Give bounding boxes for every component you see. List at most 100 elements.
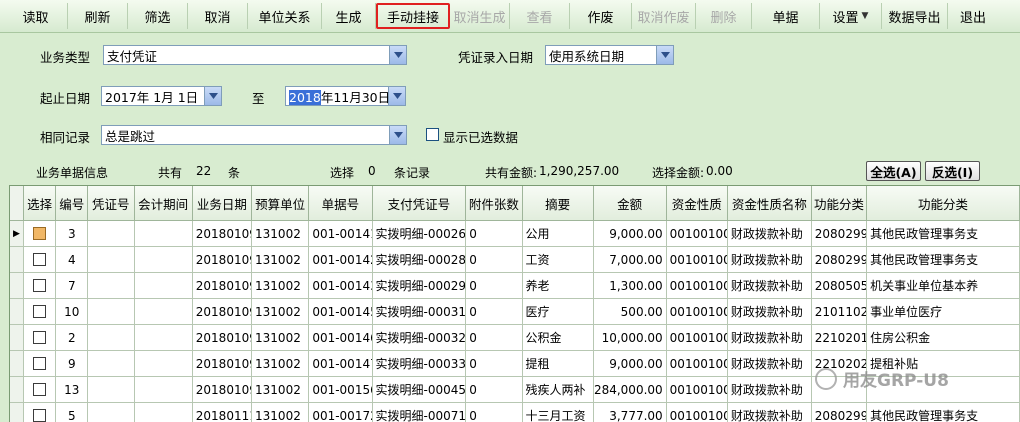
cell-att: 0: [466, 247, 523, 273]
cell-voucher: [88, 403, 135, 422]
cancel-void-button[interactable]: 取消作废: [632, 3, 696, 29]
cell-fund: 001001001: [666, 325, 728, 351]
cell-summary: 养老: [522, 273, 594, 299]
show-selected-checkbox[interactable]: [426, 128, 439, 141]
chevron-down-icon[interactable]: [204, 87, 221, 105]
col-amount[interactable]: 金额: [593, 186, 667, 221]
cancel-generate-button[interactable]: 取消生成: [450, 3, 510, 29]
cell-date: 20180111: [193, 403, 253, 422]
table-row[interactable]: 7 20180109 131002 001-00143 实拨明细-00029 0 养老 1,3…: [10, 273, 1020, 299]
cell-func-name: 住房公积金: [867, 325, 1020, 351]
col-unit[interactable]: 预算单位: [252, 186, 310, 221]
cell-unit: 131002: [252, 403, 310, 422]
end-date-selected-part: 2018: [289, 89, 321, 105]
cell-date: 20180109: [192, 377, 253, 403]
cell-summary: 残疾人两补: [522, 377, 594, 403]
row-select-checkbox[interactable]: [33, 253, 47, 266]
cell-id: 5: [56, 403, 89, 422]
chevron-down-icon[interactable]: [388, 87, 405, 105]
select-cell: [23, 325, 57, 351]
row-select-checkbox[interactable]: [33, 227, 47, 240]
entry-date-select[interactable]: 使用系统日期: [545, 45, 674, 65]
business-type-select[interactable]: 支付凭证: [103, 45, 407, 65]
selected-label: 选择: [330, 166, 355, 180]
duplicate-value: 总是跳过: [105, 128, 156, 144]
exit-button[interactable]: 退出: [948, 3, 998, 29]
col-func-code[interactable]: 功能分类: [811, 186, 868, 221]
cell-fund-name: 财政拨款补助: [727, 377, 812, 403]
col-func-name[interactable]: 功能分类: [867, 186, 1020, 221]
cell-func-name: 事业单位医疗: [867, 299, 1020, 325]
col-attachments[interactable]: 附件张数: [466, 186, 523, 221]
generate-button[interactable]: 生成: [322, 3, 376, 29]
col-date[interactable]: 业务日期: [192, 186, 253, 221]
delete-button[interactable]: 删除: [696, 3, 752, 29]
filter-button[interactable]: 筛选: [128, 3, 188, 29]
row-select-checkbox[interactable]: [33, 383, 47, 396]
col-select[interactable]: 选择: [23, 186, 57, 221]
cell-id: 4: [56, 247, 89, 273]
invert-select-button[interactable]: 反选(I): [925, 161, 980, 181]
documents-button[interactable]: 单据: [752, 3, 820, 29]
col-doc[interactable]: 单据号: [309, 186, 373, 221]
table-body: ▶ 3 20180109 131002 001-00141 实拨明细-00026 0 公用 9,…: [10, 221, 1020, 422]
toolbar: 读取 刷新 筛选 取消 单位关系 生成 手动挂接 取消生成 查看 作废 取消作废…: [0, 0, 1020, 33]
table-row[interactable]: 10 20180109 131002 001-00145 实拨明细-00031 0 医疗 50…: [10, 299, 1020, 325]
cell-att: 0: [466, 325, 523, 351]
row-select-checkbox[interactable]: [33, 305, 47, 318]
cell-voucher: [88, 273, 135, 299]
void-button[interactable]: 作废: [570, 3, 632, 29]
cell-fund-name: 财政拨款补助: [727, 299, 812, 325]
read-button[interactable]: 读取: [4, 3, 68, 29]
row-select-checkbox[interactable]: [33, 409, 47, 422]
cell-unit: 131002: [252, 299, 310, 325]
cell-att: 0: [466, 299, 523, 325]
cell-pay: 实拨明细-00045: [372, 377, 467, 403]
col-voucher[interactable]: 凭证号: [88, 186, 135, 221]
cell-id: 2: [56, 325, 89, 351]
selected-unit: 条记录: [394, 166, 431, 180]
start-date-picker[interactable]: 2017年 1月 1日: [101, 86, 222, 106]
manual-link-button[interactable]: 手动挂接: [376, 3, 450, 29]
cell-func: 2101102: [811, 299, 868, 325]
cell-doc: 001-00172: [309, 403, 373, 422]
row-select-checkbox[interactable]: [33, 279, 47, 292]
view-button[interactable]: 查看: [510, 3, 570, 29]
end-date-picker[interactable]: 2018年11月30日: [285, 86, 406, 106]
chevron-down-icon[interactable]: [389, 126, 406, 144]
col-fund-name[interactable]: 资金性质名称: [727, 186, 812, 221]
cell-summary: 公用: [522, 221, 594, 247]
refresh-button[interactable]: 刷新: [68, 3, 128, 29]
cell-period: [134, 377, 193, 403]
table-row[interactable]: 5 20180111 131002 001-00172 实拨明细-00071 0 十三月工资…: [10, 403, 1020, 422]
row-indicator: [10, 403, 24, 422]
col-period[interactable]: 会计期间: [134, 186, 193, 221]
cell-att: 0: [466, 403, 523, 422]
cancel-button[interactable]: 取消: [188, 3, 248, 29]
table-header: 选择 编号 凭证号 会计期间 业务日期 预算单位 单据号 支付凭证号 附件张数 …: [10, 186, 1020, 221]
end-date-value[interactable]: 2018年11月30日: [289, 87, 388, 106]
cell-unit: 131002: [252, 247, 310, 273]
col-id[interactable]: 编号: [56, 186, 89, 221]
cell-period: [134, 299, 193, 325]
cell-func: 2080299: [811, 247, 868, 273]
select-all-button[interactable]: 全选(A): [866, 161, 921, 181]
chevron-down-icon[interactable]: [389, 46, 406, 64]
table-row[interactable]: 4 20180109 131002 001-00142 实拨明细-00028 0 工资 7,0…: [10, 247, 1020, 273]
settings-button[interactable]: 设置 ▼: [820, 3, 882, 29]
table-row[interactable]: ▶ 3 20180109 131002 001-00141 实拨明细-00026 0 公用 9,…: [10, 221, 1020, 247]
cell-fund-name: 财政拨款补助: [727, 351, 812, 377]
cell-pay: 实拨明细-00031: [372, 299, 467, 325]
col-summary[interactable]: 摘要: [522, 186, 594, 221]
duplicate-select[interactable]: 总是跳过: [101, 125, 407, 145]
row-select-checkbox[interactable]: [33, 331, 47, 344]
row-select-checkbox[interactable]: [33, 357, 47, 370]
table-row[interactable]: 2 20180109 131002 001-00146 实拨明细-00032 0 公积金 10…: [10, 325, 1020, 351]
unit-relation-button[interactable]: 单位关系: [248, 3, 322, 29]
chevron-down-icon[interactable]: [656, 46, 673, 64]
duplicate-label: 相同记录: [40, 130, 91, 145]
cell-fund: 001001001: [666, 247, 728, 273]
col-payment-voucher[interactable]: 支付凭证号: [372, 186, 467, 221]
col-fund-type[interactable]: 资金性质: [666, 186, 728, 221]
export-button[interactable]: 数据导出: [882, 3, 948, 29]
